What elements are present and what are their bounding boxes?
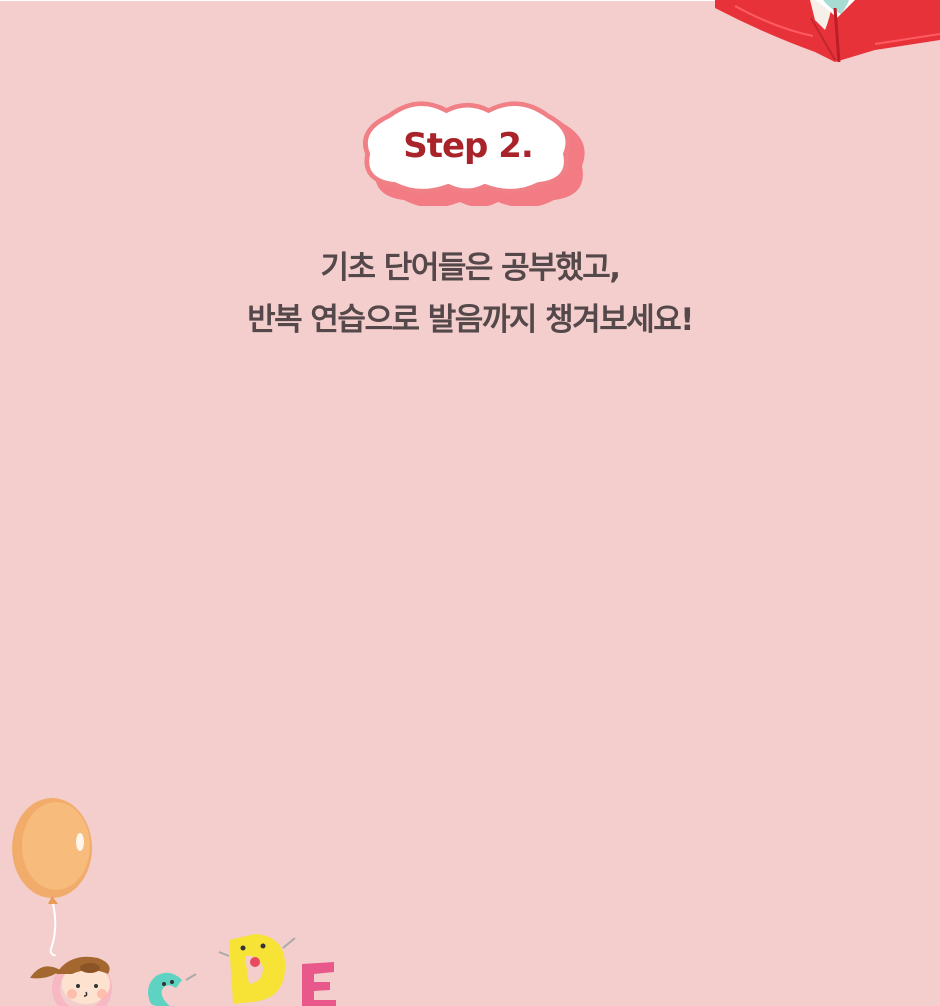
headline-line-2: 반복 연습으로 발음까지 챙겨보세요! — [247, 302, 694, 338]
letter-c-character-icon — [148, 972, 197, 1006]
child-character-icon — [30, 956, 112, 1006]
open-red-book-icon — [715, 0, 940, 63]
letter-e-character-icon — [302, 962, 336, 1006]
headline: 기초 단어들은 공부했고, 반복 연습으로 발음까지 챙겨보세요! — [0, 242, 940, 346]
page: { "step_badge": { "label": "Step 2.", "c… — [0, 0, 940, 1006]
orange-balloon-icon — [12, 798, 92, 956]
letter-d-character-icon — [218, 934, 296, 1004]
step-title: Step 2. — [403, 126, 534, 166]
headline-line-1: 기초 단어들은 공부했고, — [320, 250, 621, 286]
